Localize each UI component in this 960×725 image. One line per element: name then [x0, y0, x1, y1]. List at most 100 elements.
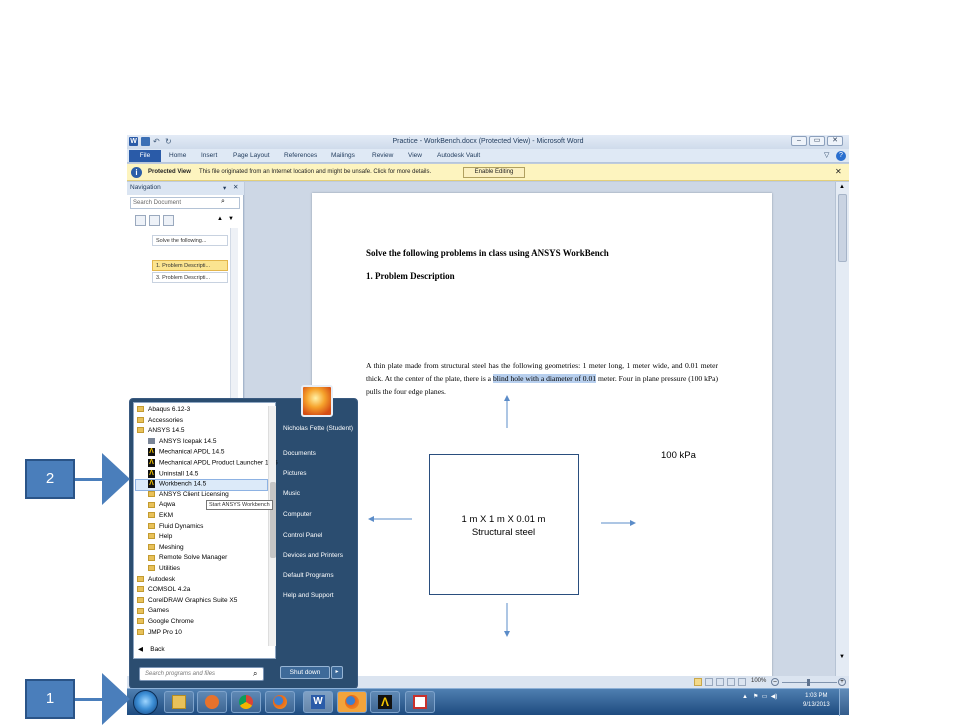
volume-icon[interactable]: ◀) — [771, 694, 778, 700]
show-hidden-icons-icon[interactable]: ▲ — [742, 694, 748, 700]
taskbar-explorer[interactable] — [164, 691, 194, 713]
help-support-link[interactable]: Help and Support — [283, 592, 334, 599]
programs-scrollbar-thumb[interactable] — [270, 482, 276, 558]
network-icon[interactable]: ▭ — [762, 694, 768, 700]
taskbar-acrobat[interactable] — [405, 691, 435, 713]
full-screen-icon[interactable] — [705, 678, 713, 686]
program-item-remote-solve-manager[interactable]: Remote Solve Manager — [148, 554, 227, 561]
program-item-google-chrome[interactable]: Google Chrome — [137, 618, 194, 625]
computer-link[interactable]: Computer — [283, 511, 312, 518]
tab-references[interactable]: References — [284, 152, 317, 159]
program-item-accessories[interactable]: Accessories — [137, 417, 183, 424]
program-item-aqwa[interactable]: Aqwa — [148, 501, 175, 508]
system-tray: ▲ ⚑ ▭ ◀) — [742, 693, 777, 700]
pictures-link[interactable]: Pictures — [283, 470, 306, 477]
help-icon[interactable]: ? — [836, 151, 846, 161]
program-item-mechanical-apdl-product-launcher-14-5[interactable]: Λ Mechanical APDL Product Launcher 14.5 — [148, 459, 278, 467]
draft-icon[interactable] — [738, 678, 746, 686]
program-item-mechanical-apdl-14-5[interactable]: Λ Mechanical APDL 14.5 — [148, 448, 225, 457]
taskbar-chrome[interactable] — [231, 691, 261, 713]
outline-icon[interactable] — [727, 678, 735, 686]
scrollbar-thumb[interactable] — [838, 194, 847, 262]
close-button[interactable]: ✕ — [827, 136, 843, 146]
nav-item-problem-1[interactable]: 1. Problem Descripti... — [152, 260, 228, 271]
program-item-ekm[interactable]: EKM — [148, 512, 173, 519]
show-desktop-button[interactable] — [839, 689, 849, 716]
program-item-help[interactable]: Help — [148, 533, 172, 540]
folder-icon — [172, 695, 186, 709]
search-programs-input[interactable]: Search programs and files — [139, 667, 264, 681]
devices-printers-link[interactable]: Devices and Printers — [283, 552, 343, 559]
start-button[interactable] — [133, 690, 158, 715]
navigation-title: Navigation — [130, 184, 161, 191]
shutdown-options-icon[interactable]: ▸ — [331, 666, 343, 679]
minimize-button[interactable]: – — [791, 136, 807, 146]
vertical-scrollbar[interactable]: ▲ ▼ — [835, 182, 849, 687]
program-item-utilities[interactable]: Utilities — [148, 565, 180, 572]
taskbar-firefox-2[interactable] — [337, 691, 367, 713]
tab-file[interactable]: File — [129, 150, 161, 162]
shutdown-button[interactable]: Shut down — [280, 666, 330, 679]
program-item-jmp-pro-10[interactable]: JMP Pro 10 — [137, 629, 182, 636]
pages-view-icon[interactable] — [149, 215, 160, 226]
minimize-ribbon-icon[interactable]: ▽ — [824, 151, 829, 159]
zoom-slider-thumb[interactable] — [807, 679, 810, 686]
tab-home[interactable]: Home — [169, 152, 186, 159]
search-icon[interactable]: ⌕ — [221, 198, 225, 206]
folder-icon — [137, 628, 144, 635]
default-programs-link[interactable]: Default Programs — [283, 572, 334, 579]
user-picture[interactable] — [301, 385, 333, 417]
programs-scrollbar[interactable] — [268, 406, 276, 646]
program-item-coreldraw-graphics-suite-x5[interactable]: CorelDRAW Graphics Suite X5 — [137, 597, 237, 604]
enable-editing-button[interactable]: Enable Editing — [463, 167, 525, 178]
scroll-down-icon[interactable]: ▼ — [839, 654, 845, 660]
scroll-up-icon[interactable]: ▲ — [839, 184, 845, 190]
taskbar-media-player[interactable] — [197, 691, 227, 713]
user-name-link[interactable]: Nicholas Fette (Student) — [283, 425, 353, 433]
tab-insert[interactable]: Insert — [201, 152, 217, 159]
close-bar-icon[interactable]: ✕ — [835, 167, 842, 176]
documents-link[interactable]: Documents — [283, 450, 316, 457]
program-item-fluid-dynamics[interactable]: Fluid Dynamics — [148, 523, 203, 530]
program-item-games[interactable]: Games — [137, 607, 169, 614]
program-item-autodesk[interactable]: Autodesk — [137, 576, 175, 583]
tab-view[interactable]: View — [408, 152, 422, 159]
zoom-in-icon[interactable]: + — [838, 678, 846, 686]
protected-view-message[interactable]: This file originated from an Internet lo… — [199, 169, 431, 175]
program-item-uninstall-14-5[interactable]: Λ Uninstall 14.5 — [148, 469, 198, 478]
program-item-abaqus-6-12-3[interactable]: Abaqus 6.12-3 — [137, 406, 190, 413]
program-item-ansys-client-licensing[interactable]: ANSYS Client Licensing — [148, 491, 229, 498]
program-item-ansys-icepak-14-5[interactable]: ANSYS Icepak 14.5 — [148, 438, 216, 445]
ansys-icon: Λ — [378, 695, 392, 709]
nav-item-problem-3[interactable]: 3. Problem Descripti... — [152, 272, 228, 283]
program-item-comsol-4-2a[interactable]: COMSOL 4.2a — [137, 586, 190, 593]
print-layout-icon[interactable] — [694, 678, 702, 686]
previous-heading-icon[interactable]: ▲ — [217, 216, 223, 222]
music-link[interactable]: Music — [283, 490, 300, 497]
taskbar-ansys[interactable]: Λ — [370, 691, 400, 713]
maximize-button[interactable]: ▭ — [809, 136, 825, 146]
tab-autodesk-vault[interactable]: Autodesk Vault — [437, 152, 480, 159]
taskbar-word[interactable]: W — [303, 691, 333, 713]
nav-close-icon[interactable]: ✕ — [233, 183, 238, 191]
zoom-level[interactable]: 100% — [751, 678, 766, 684]
back-button[interactable]: ◀ Back — [138, 645, 165, 653]
program-item-ansys-14-5[interactable]: ANSYS 14.5 — [137, 427, 185, 434]
taskbar-firefox[interactable] — [265, 691, 295, 713]
folder-icon — [137, 575, 144, 582]
next-heading-icon[interactable]: ▼ — [228, 216, 234, 222]
program-item-workbench-14-5[interactable]: Λ Workbench 14.5 — [148, 480, 206, 489]
control-panel-link[interactable]: Control Panel — [283, 532, 322, 539]
tab-review[interactable]: Review — [372, 152, 393, 159]
tab-mailings[interactable]: Mailings — [331, 152, 355, 159]
web-layout-icon[interactable] — [716, 678, 724, 686]
tab-page-layout[interactable]: Page Layout — [233, 152, 270, 159]
clock[interactable]: 1:03 PM 9/13/2013 — [803, 692, 830, 710]
nav-menu-icon[interactable]: ▾ — [223, 184, 226, 192]
nav-item-solve[interactable]: Solve the following... — [152, 235, 228, 246]
results-view-icon[interactable] — [163, 215, 174, 226]
program-item-meshing[interactable]: Meshing — [148, 544, 184, 551]
zoom-out-icon[interactable]: – — [771, 678, 779, 686]
flag-icon[interactable]: ⚑ — [753, 694, 758, 700]
headings-view-icon[interactable] — [135, 215, 146, 226]
